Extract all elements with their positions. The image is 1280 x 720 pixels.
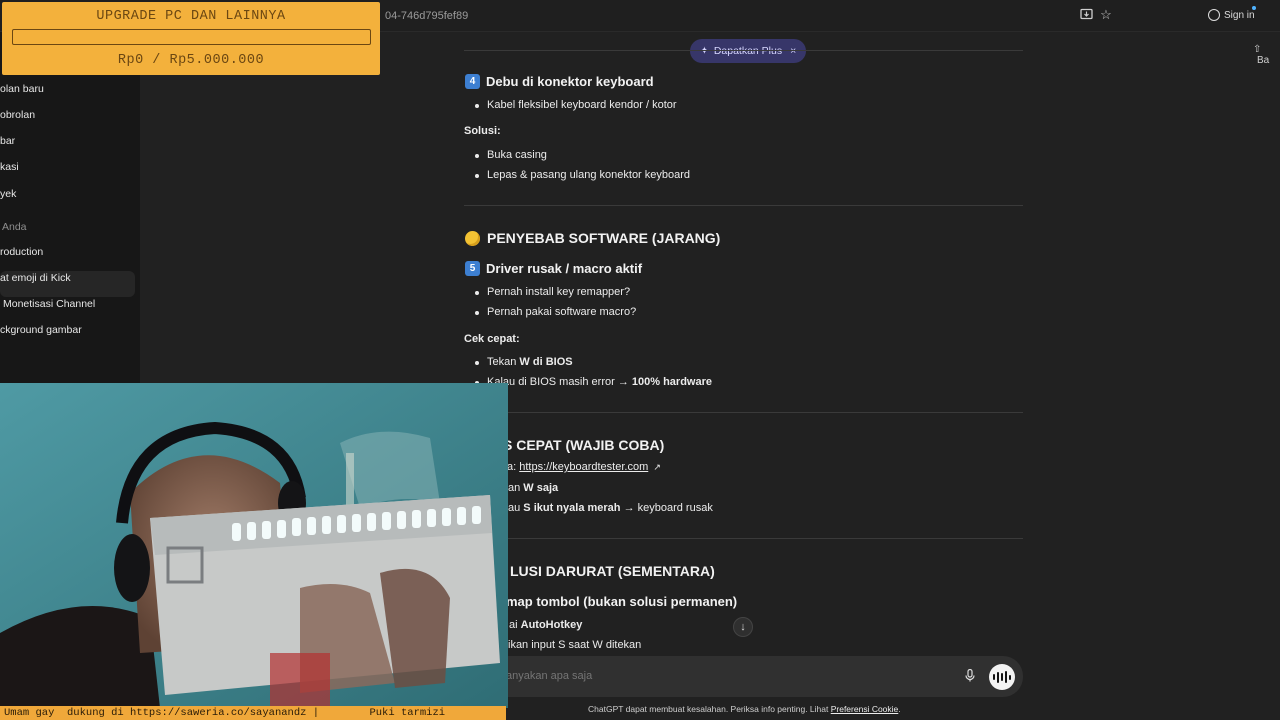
voice-mode-button[interactable] xyxy=(989,664,1015,690)
list-item: Kabel fleksibel keyboard kendor / kotor xyxy=(475,99,677,111)
history-item[interactable]: at emoji di Kick xyxy=(0,272,71,284)
list-item-bold: W di BIOS xyxy=(519,356,573,368)
keyboard-tester-link[interactable]: https://keyboardtester.com xyxy=(519,461,648,473)
share-button[interactable]: ⇧ Ba xyxy=(1253,44,1280,66)
donation-title: UPGRADE PC DAN LAINNYA xyxy=(96,9,286,24)
section-heading: 5 Driver rusak / macro aktif xyxy=(465,261,642,276)
donation-goal-widget: UPGRADE PC DAN LAINNYA Rp0 / Rp5.000.000 xyxy=(2,2,380,75)
number-5-icon: 5 xyxy=(465,261,480,276)
prompt-input[interactable] xyxy=(506,670,906,682)
donation-amount: Rp0 / Rp5.000.000 xyxy=(117,53,265,68)
list-item: Pernah pakai software macro? xyxy=(474,306,637,318)
list-item-text: a: xyxy=(507,461,520,473)
donation-ticker: Umam gay dukung di https://saweria.co/sa… xyxy=(0,706,506,720)
voice-bar xyxy=(1009,674,1011,680)
section-heading: S CEPAT (WAJIB COBA) xyxy=(503,437,665,453)
address-bar-url[interactable]: 04-746d795fef89 xyxy=(385,10,468,22)
list-item-text: Tekan xyxy=(487,356,520,368)
profile-icon xyxy=(1208,9,1220,21)
webcam-overlay xyxy=(0,383,508,708)
external-link-icon: ↗ xyxy=(653,462,661,472)
sign-in-button[interactable]: Sign in xyxy=(1208,6,1256,21)
list-item-bold: S ikut nyala merah xyxy=(523,502,621,514)
sparkle-icon: ✦ xyxy=(700,45,709,57)
get-plus-label: Dapatkan Plus xyxy=(713,45,783,57)
bookmark-star-icon[interactable]: ☆ xyxy=(1099,8,1113,22)
divider xyxy=(464,50,1023,51)
voice-bar xyxy=(1001,673,1003,681)
sidebar-item-projects[interactable]: yek xyxy=(0,188,16,200)
disclaimer: ChatGPT dapat membuat kesalahan. Periksa… xyxy=(588,704,901,714)
voice-bar xyxy=(997,671,999,683)
sidebar-item-search-chats[interactable]: obrolan xyxy=(0,109,35,121)
list-item: Tekan W di BIOS xyxy=(475,356,573,368)
list-item: ai AutoHotkey xyxy=(509,619,582,631)
section-title: PENYEBAB SOFTWARE (JARANG) xyxy=(487,230,721,246)
list-item-bold: 100% hardware xyxy=(631,376,712,388)
list-item: a: https://keyboardtester.com ↗ xyxy=(507,461,661,473)
divider xyxy=(464,412,1023,413)
section-title: Driver rusak / macro aktif xyxy=(486,261,643,276)
history-item[interactable]: roduction xyxy=(0,246,43,258)
get-plus-button[interactable]: ✦ Dapatkan Plus × xyxy=(690,39,807,63)
divider xyxy=(464,538,1023,539)
cookie-preferences-link[interactable]: Preferensi Cookie xyxy=(831,704,899,714)
divider xyxy=(464,205,1023,206)
donation-progress-bar xyxy=(12,29,371,45)
list-item-text: → keyboard rusak xyxy=(620,502,713,514)
voice-bar xyxy=(1005,671,1007,683)
close-icon[interactable]: × xyxy=(790,45,796,57)
arrow-down-icon: ↓ xyxy=(740,621,746,633)
sidebar-item-images[interactable]: bar xyxy=(0,135,15,147)
list-item: an W saja xyxy=(508,482,558,494)
disclaimer-text: ChatGPT dapat membuat kesalahan. Periksa… xyxy=(588,704,831,714)
notification-dot xyxy=(1252,6,1256,10)
list-item: Lepas & pasang ulang konektor keyboard xyxy=(474,169,691,181)
section-heading: map tombol (bukan solusi permanen) xyxy=(506,594,738,609)
install-app-icon[interactable] xyxy=(1079,8,1093,22)
list-item-bold: W saja xyxy=(523,482,559,494)
scroll-down-button[interactable]: ↓ xyxy=(733,617,753,637)
section-heading: PENYEBAB SOFTWARE (JARANG) xyxy=(465,230,720,246)
share-icon: ⇧ xyxy=(1253,44,1262,55)
share-label: Ba xyxy=(1257,55,1270,66)
sidebar-item-apps[interactable]: kasi xyxy=(0,161,19,173)
number-4-icon: 4 xyxy=(465,74,480,89)
list-item: au S ikut nyala merah → keyboard rusak xyxy=(508,502,713,514)
list-item-bold: AutoHotkey xyxy=(520,619,583,631)
list-item: Kalau di BIOS masih error → 100% hardwar… xyxy=(475,376,712,388)
solution-label: Solusi: xyxy=(464,125,501,137)
history-item[interactable]: Monetisasi Channel xyxy=(3,298,95,310)
list-item-text: au xyxy=(508,502,524,514)
mic-icon[interactable] xyxy=(965,668,975,685)
list-item: Pernah install key remapper? xyxy=(474,286,631,298)
list-item-text: ai xyxy=(509,619,521,631)
list-item: ikan input S saat W ditekan xyxy=(508,639,642,651)
quick-check-label: Cek cepat: xyxy=(464,333,520,345)
composer xyxy=(488,656,1023,697)
ticker-text: Umam gay dukung di https://saweria.co/sa… xyxy=(4,707,446,719)
section-heading: LUSI DARURAT (SEMENTARA) xyxy=(510,563,715,579)
disclaimer-end: . xyxy=(898,704,901,714)
history-item[interactable]: ckground gambar xyxy=(0,324,82,336)
yellow-circle-icon xyxy=(465,230,480,246)
webcam-image xyxy=(0,383,508,708)
list-item-text: an xyxy=(508,482,524,494)
list-item: Buka casing xyxy=(475,149,547,161)
sidebar-section-label: Anda xyxy=(2,221,27,233)
list-item-text: Kalau di BIOS masih error → xyxy=(487,376,632,388)
section-heading: 4 Debu di konektor keyboard xyxy=(465,74,654,89)
sign-in-label: Sign in xyxy=(1224,9,1255,21)
section-title: Debu di konektor keyboard xyxy=(486,74,654,89)
sidebar-item-new-chat[interactable]: olan baru xyxy=(0,83,44,95)
voice-bar xyxy=(993,674,995,680)
